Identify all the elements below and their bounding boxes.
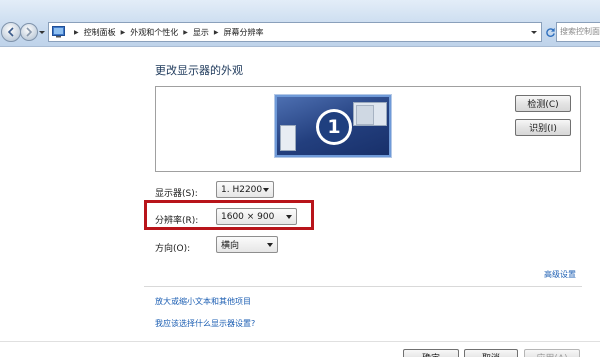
breadcrumb-control-panel[interactable]: 控制面板 [84,27,116,38]
apply-button[interactable]: 应用(A) [524,349,580,357]
breadcrumb-separator-icon[interactable]: ▶ [183,29,188,36]
address-bar[interactable]: ▶ 控制面板 ▶ 外观和个性化 ▶ 显示 ▶ 屏幕分辨率 [48,22,542,42]
control-panel-icon [52,26,65,38]
chevron-down-icon [263,188,269,192]
breadcrumb-appearance[interactable]: 外观和个性化 [130,27,178,38]
refresh-button[interactable] [544,22,556,42]
breadcrumb-separator-icon[interactable]: ▶ [74,29,79,36]
monitor-number: 1 [319,112,349,142]
refresh-icon [545,27,555,37]
resolution-select[interactable]: 1600 × 900 [216,208,297,225]
monitor-number-badge: 1 [316,109,352,145]
forward-button[interactable] [20,23,38,41]
advanced-settings-link[interactable]: 高级设置 [544,269,576,280]
breadcrumb-display[interactable]: 显示 [193,27,209,38]
resolution-label: 分辨率(R): [155,216,199,226]
ok-button[interactable]: 确定 [403,349,459,357]
display-select-value: 1. H2200 [221,184,263,195]
text-size-link[interactable]: 放大或缩小文本和其他项目 [155,296,251,307]
monitor-window-shape [280,125,296,151]
recent-pages-dropdown-icon[interactable] [38,28,46,36]
detect-button[interactable]: 检测(C) [515,95,571,112]
orientation-select[interactable]: 横向 [216,236,278,253]
display-preview-area: 1 检测(C) 识别(I) [155,86,581,172]
display-settings-help-link[interactable]: 我应该选择什么显示器设置? [155,318,255,329]
cancel-button[interactable]: 取消 [464,349,518,357]
display-label: 显示器(S): [155,189,198,199]
chevron-down-icon [267,243,273,247]
monitor-window-shape [353,102,387,126]
orientation-label: 方向(O): [155,244,191,254]
display-select[interactable]: 1. H2200 [216,181,274,198]
divider [144,286,582,287]
breadcrumb-separator-icon[interactable]: ▶ [121,29,126,36]
chevron-down-icon [286,215,292,219]
back-button[interactable] [1,22,21,42]
breadcrumb-screen-resolution[interactable]: 屏幕分辨率 [224,27,264,38]
breadcrumb-separator-icon[interactable]: ▶ [214,29,219,36]
orientation-select-value: 横向 [221,241,240,251]
main-panel: 更改显示器的外观 1 检测(C) 识别(I) 显示器(S): 1. H2200 … [0,48,600,357]
monitor-thumbnail[interactable]: 1 [274,94,392,158]
page-title: 更改显示器的外观 [155,64,243,77]
identify-button[interactable]: 识别(I) [515,119,571,136]
back-arrow-icon [7,27,14,37]
address-dropdown-button[interactable] [527,23,541,41]
search-input[interactable]: 搜索控制面板 [556,22,600,42]
forward-arrow-icon [26,27,33,37]
address-toolbar: ▶ 控制面板 ▶ 外观和个性化 ▶ 显示 ▶ 屏幕分辨率 搜索控制面板 [0,0,600,47]
resolution-select-value: 1600 × 900 [221,211,275,222]
chevron-down-icon [531,31,537,34]
